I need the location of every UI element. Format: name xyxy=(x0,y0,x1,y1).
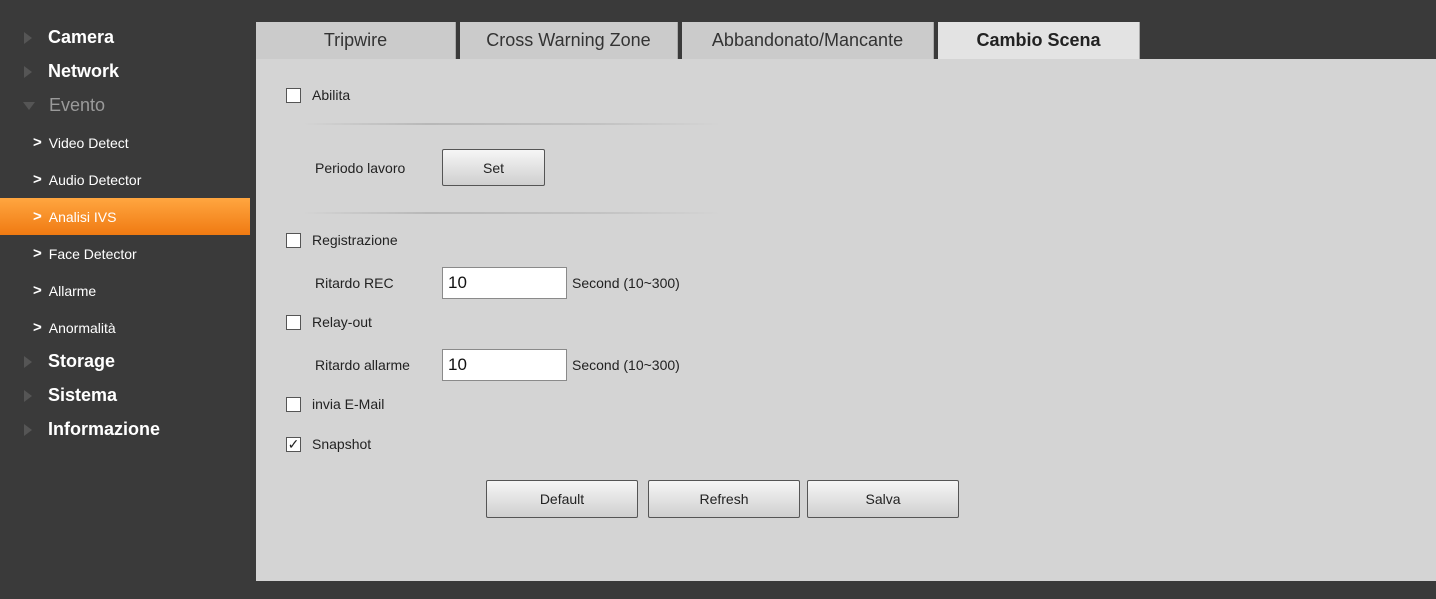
sidebar-item-storage[interactable]: Storage xyxy=(0,343,250,380)
sidebar-item-label: Camera xyxy=(48,27,115,47)
sidebar-subitem-video-detect[interactable]: > Video Detect xyxy=(0,124,250,161)
sidebar-subitem-allarme[interactable]: > Allarme xyxy=(0,272,250,309)
sidebar-subitem-label: Audio Detector xyxy=(48,171,142,188)
app-window: Camera Network Evento > Video Detect > Aud… xyxy=(0,0,1436,599)
chevron-right-icon: > xyxy=(33,134,42,151)
period-label: Periodo lavoro xyxy=(315,160,406,176)
save-button[interactable]: Salva xyxy=(807,480,959,518)
sidebar-item-label: Evento xyxy=(49,95,106,115)
tab-tripwire[interactable]: Tripwire xyxy=(256,22,456,59)
caret-right-icon xyxy=(24,423,32,436)
rec-delay-label: Ritardo REC xyxy=(315,275,394,291)
sidebar-item-evento[interactable]: Evento xyxy=(0,87,250,124)
rec-delay-input[interactable]: 10 xyxy=(442,267,567,299)
tab-cross-warning-zone[interactable]: Cross Warning Zone xyxy=(460,22,678,59)
sidebar-subitem-face-detector[interactable]: > Face Detector xyxy=(0,235,250,272)
sidebar-subitem-anormalita[interactable]: > Anormalità xyxy=(0,309,250,346)
enable-row: Abilita xyxy=(286,87,350,103)
snapshot-checkbox[interactable]: ✓ xyxy=(286,436,301,452)
email-row: invia E-Mail xyxy=(286,396,384,412)
sidebar-item-label: Storage xyxy=(48,351,116,371)
email-checkbox[interactable] xyxy=(286,396,301,412)
record-label: Registrazione xyxy=(312,232,398,248)
relay-row: Relay-out xyxy=(286,314,372,330)
sidebar-item-camera[interactable]: Camera xyxy=(0,19,250,56)
alarm-delay-unit: Second (10~300) xyxy=(572,357,680,373)
alarm-delay-label: Ritardo allarme xyxy=(315,357,410,373)
sidebar-item-sistema[interactable]: Sistema xyxy=(0,377,250,414)
sidebar-subitem-label: Anormalità xyxy=(48,319,116,336)
sidebar-subitem-analisi-ivs[interactable]: > Analisi IVS xyxy=(0,198,250,235)
refresh-button[interactable]: Refresh xyxy=(648,480,800,518)
sidebar-subitem-label: Face Detector xyxy=(48,245,137,262)
tab-abbandonato-mancante[interactable]: Abbandonato/Mancante xyxy=(682,22,934,59)
set-button[interactable]: Set xyxy=(442,149,545,186)
checkmark-icon: ✓ xyxy=(287,436,300,452)
caret-down-icon xyxy=(23,101,35,110)
relay-label: Relay-out xyxy=(312,314,372,330)
relay-checkbox[interactable] xyxy=(286,314,301,330)
divider xyxy=(302,123,722,125)
email-label: invia E-Mail xyxy=(312,396,385,412)
chevron-right-icon: > xyxy=(33,171,42,188)
sidebar-subitem-label: Analisi IVS xyxy=(48,208,117,225)
sidebar: Camera Network Evento > Video Detect > Aud… xyxy=(0,22,250,448)
caret-right-icon xyxy=(24,65,32,78)
tab-bar: Tripwire Cross Warning Zone Abbandonato/… xyxy=(256,22,1436,59)
record-checkbox[interactable] xyxy=(286,232,301,248)
content-panel: Tripwire Cross Warning Zone Abbandonato/… xyxy=(256,22,1436,581)
sidebar-item-label: Sistema xyxy=(48,385,118,405)
sidebar-item-label: Informazione xyxy=(48,419,161,439)
chevron-right-icon: > xyxy=(33,282,42,299)
rec-delay-unit: Second (10~300) xyxy=(572,275,680,291)
record-row: Registrazione xyxy=(286,232,398,248)
sidebar-subitem-label: Allarme xyxy=(48,282,97,299)
caret-right-icon xyxy=(24,355,32,368)
sidebar-subitem-audio-detector[interactable]: > Audio Detector xyxy=(0,161,250,198)
tab-cambio-scena[interactable]: Cambio Scena xyxy=(938,22,1140,59)
alarm-delay-input[interactable]: 10 xyxy=(442,349,567,381)
snapshot-row: ✓ Snapshot xyxy=(286,436,371,452)
divider xyxy=(302,212,722,214)
chevron-right-icon: > xyxy=(33,208,42,225)
enable-checkbox[interactable] xyxy=(286,87,301,103)
chevron-right-icon: > xyxy=(33,245,42,262)
default-button[interactable]: Default xyxy=(486,480,638,518)
sidebar-item-informazione[interactable]: Informazione xyxy=(0,411,250,448)
chevron-right-icon: > xyxy=(33,319,42,336)
sidebar-item-network[interactable]: Network xyxy=(0,53,250,90)
sidebar-subitem-label: Video Detect xyxy=(48,134,129,151)
caret-right-icon xyxy=(24,389,32,402)
sidebar-item-label: Network xyxy=(48,61,120,81)
caret-right-icon xyxy=(24,31,32,44)
enable-label: Abilita xyxy=(312,87,351,103)
snapshot-label: Snapshot xyxy=(312,436,372,452)
